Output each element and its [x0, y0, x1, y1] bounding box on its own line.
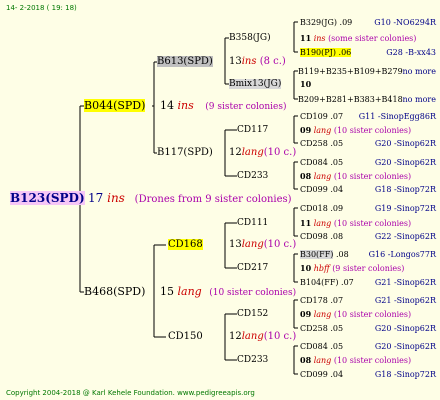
gen3-info: 08 lang (10 sister colonies): [300, 355, 412, 365]
gen3-info: 09 lang (10 sister colonies): [300, 125, 412, 135]
gen2-node[interactable]: CD150: [168, 331, 203, 343]
gen3-node[interactable]: B358(JG): [229, 32, 271, 44]
root-note: (Drones from 9 sister colonies): [134, 194, 292, 205]
gen2-info: 13lang(10 c.): [229, 239, 297, 250]
gen4-row[interactable]: CD099 .04 G18 -Sinop72R: [300, 184, 436, 196]
gen1-info: 15 lang (10 sister colonies): [160, 285, 297, 299]
gen3-node[interactable]: CD152: [237, 308, 268, 320]
gen4-row[interactable]: CD258 .05 G20 -Sinop62R: [300, 138, 436, 150]
gen1-name: B468(SPD): [84, 285, 146, 298]
gen1-node[interactable]: B044(SPD): [84, 99, 146, 112]
gen4-row[interactable]: CD018 .09 G19 -Sinop72R: [300, 203, 436, 215]
gen3-info: 08 lang (10 sister colonies): [300, 171, 412, 181]
gen4-row[interactable]: B104(FF) .07 G21 -Sinop62R: [300, 277, 436, 289]
gen1-name: B044(SPD): [84, 99, 146, 112]
gen4-row[interactable]: CD099 .04 G18 -Sinop72R: [300, 369, 436, 381]
gen4-row[interactable]: CD098 .08 G22 -Sinop62R: [300, 231, 436, 243]
gen4-row[interactable]: B190(PJ) .06 G28 -B-xx43: [300, 47, 436, 59]
root-ins: ins: [107, 191, 125, 205]
gen2-info: 12lang(10 c.): [229, 147, 297, 158]
gen3-info: 11 lang (10 sister colonies): [300, 218, 412, 228]
gen2-info: 13ins (8 c.): [229, 56, 286, 67]
gen4-row[interactable]: B329(JG) .09 G10 -NO6294R: [300, 17, 436, 29]
copyright: Copyright 2004-2018 @ Karl Kehele Founda…: [6, 389, 255, 397]
gen4-row[interactable]: B119+B235+B109+B279 no more: [298, 66, 436, 78]
gen4-row[interactable]: CD258 .05 G20 -Sinop62R: [300, 323, 436, 335]
gen3-node[interactable]: CD111: [237, 217, 268, 229]
gen2-node[interactable]: B117(SPD): [157, 147, 213, 159]
gen3-info: 10: [300, 79, 312, 89]
gen3-node[interactable]: CD233: [237, 170, 268, 182]
root-node[interactable]: B123(SPD): [10, 191, 85, 205]
gen1-node[interactable]: B468(SPD): [84, 286, 145, 298]
gen2-info: 12lang(10 c.): [229, 331, 297, 342]
gen3-node[interactable]: CD233: [237, 354, 268, 366]
gen1-info: 14 ins (9 sister colonies): [160, 99, 287, 113]
gen2-node[interactable]: CD168: [168, 239, 203, 251]
gen2-node[interactable]: B613(SPD): [157, 56, 213, 68]
gen3-info: 11 ins (some sister colonies): [300, 33, 417, 43]
gen3-info: 10 hbff (9 sister colonies): [300, 263, 405, 273]
timestamp: 14- 2-2018 ( 19: 18): [6, 4, 77, 12]
gen4-row[interactable]: B209+B281+B383+B418 no more: [298, 94, 436, 106]
root-info: 17 ins (Drones from 9 sister colonies): [88, 192, 292, 206]
root-name: B123(SPD): [10, 191, 85, 205]
root-num: 17: [88, 191, 104, 205]
gen4-row[interactable]: CD109 .07 G11 -SinopEgg86R: [300, 111, 436, 123]
gen3-node[interactable]: Bmix13(JG): [229, 78, 282, 90]
gen3-node[interactable]: CD117: [237, 124, 268, 136]
gen4-row[interactable]: CD084 .05 G20 -Sinop62R: [300, 157, 436, 169]
gen4-row[interactable]: B30(FF) .08 G16 -Longos77R: [300, 249, 436, 261]
gen4-row[interactable]: CD084 .05 G20 -Sinop62R: [300, 341, 436, 353]
gen3-node[interactable]: CD217: [237, 262, 268, 274]
gen4-row[interactable]: CD178 .07 G21 -Sinop62R: [300, 295, 436, 307]
gen3-info: 09 lang (10 sister colonies): [300, 309, 412, 319]
pedigree-canvas: 14- 2-2018 ( 19: 18) Copyright 2004-2018…: [0, 0, 440, 400]
